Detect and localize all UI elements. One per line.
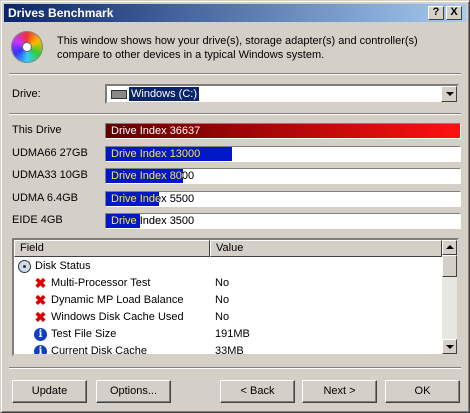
- list-item[interactable]: ✖ Windows Disk Cache Used No: [14, 309, 442, 326]
- close-button[interactable]: X: [446, 6, 462, 20]
- divider: [9, 367, 461, 369]
- field-value: No: [215, 311, 230, 323]
- field-label: Disk Status: [35, 260, 91, 272]
- field-value: No: [215, 294, 230, 306]
- benchmark-index-text: Drive Index 5500: [111, 192, 195, 205]
- drive-label: Drive:: [12, 88, 41, 100]
- chevron-down-icon[interactable]: [441, 86, 457, 102]
- field-label: Windows Disk Cache Used: [51, 311, 184, 323]
- list-item[interactable]: i Test File Size 191MB: [14, 326, 442, 343]
- benchmark-bar: Drive Index 5500: [105, 190, 461, 207]
- intro-text: This window shows how your drive(s), sto…: [57, 35, 418, 61]
- column-header-field[interactable]: Field: [14, 240, 210, 257]
- disk-icon: [18, 260, 31, 273]
- list-item[interactable]: ✖ Dynamic MP Load Balance No: [14, 292, 442, 309]
- benchmark-bar: Drive Index 36637: [105, 123, 461, 139]
- field-value: 191MB: [215, 328, 250, 340]
- field-label: Dynamic MP Load Balance: [51, 294, 184, 306]
- info-icon: i: [34, 328, 47, 341]
- drive-select[interactable]: Windows (C:): [105, 84, 459, 104]
- options-button[interactable]: Options...: [96, 380, 171, 403]
- vertical-scrollbar[interactable]: [442, 240, 457, 354]
- details-list[interactable]: Field Value Disk Status ✖ Multi-Processor …: [12, 238, 459, 356]
- benchmark-index-text: Drive Index 8000: [111, 170, 195, 182]
- back-button[interactable]: < Back: [220, 380, 295, 403]
- field-value: 33MB: [215, 345, 244, 356]
- update-button[interactable]: Update: [12, 380, 87, 403]
- divider: [9, 73, 461, 75]
- drive-select-value: Windows (C:): [129, 87, 200, 101]
- benchmark-index-text: Drive Index 36637: [111, 125, 201, 137]
- red-x-icon: ✖: [34, 309, 47, 325]
- next-button[interactable]: Next >: [302, 380, 377, 403]
- list-item[interactable]: Disk Status: [14, 258, 442, 275]
- benchmark-bar: Drive Index 13000: [105, 145, 461, 162]
- benchmark-label: UDMA66 27GB: [12, 146, 88, 159]
- column-header-value[interactable]: Value: [210, 240, 442, 257]
- scroll-down-icon[interactable]: [442, 339, 457, 354]
- field-label: Test File Size: [51, 328, 117, 340]
- benchmark-label: EIDE 4GB: [12, 214, 63, 226]
- benchmark-bar: Drive Index 8000: [105, 168, 461, 184]
- ok-button[interactable]: OK: [385, 380, 460, 403]
- drive-icon: [111, 90, 127, 99]
- field-label: Current Disk Cache: [51, 345, 147, 356]
- benchmark-index-text: Drive Index 3500: [111, 215, 195, 227]
- field-label: Multi-Processor Test: [51, 277, 151, 289]
- benchmark-label: This Drive: [12, 124, 62, 136]
- benchmark-bar: Drive Index 3500: [105, 213, 461, 229]
- cd-disc-icon: [11, 31, 43, 63]
- list-item[interactable]: i Current Disk Cache 33MB: [14, 343, 442, 356]
- scroll-thumb[interactable]: [442, 255, 457, 277]
- list-item[interactable]: ✖ Multi-Processor Test No: [14, 275, 442, 292]
- benchmark-label: UDMA 6.4GB: [12, 191, 79, 204]
- title-bar: Drives Benchmark ? X: [4, 4, 466, 22]
- divider: [9, 113, 461, 115]
- benchmark-label: UDMA33 10GB: [12, 169, 88, 181]
- help-button[interactable]: ?: [428, 6, 444, 20]
- scroll-up-icon[interactable]: [442, 240, 457, 255]
- red-x-icon: ✖: [34, 292, 47, 308]
- window-title: Drives Benchmark: [8, 6, 114, 20]
- red-x-icon: ✖: [34, 275, 47, 291]
- field-value: No: [215, 277, 230, 289]
- benchmark-index-text: Drive Index 13000: [111, 147, 201, 160]
- info-icon: i: [34, 345, 47, 354]
- drives-benchmark-window: Drives Benchmark ? X This window shows h…: [0, 0, 470, 413]
